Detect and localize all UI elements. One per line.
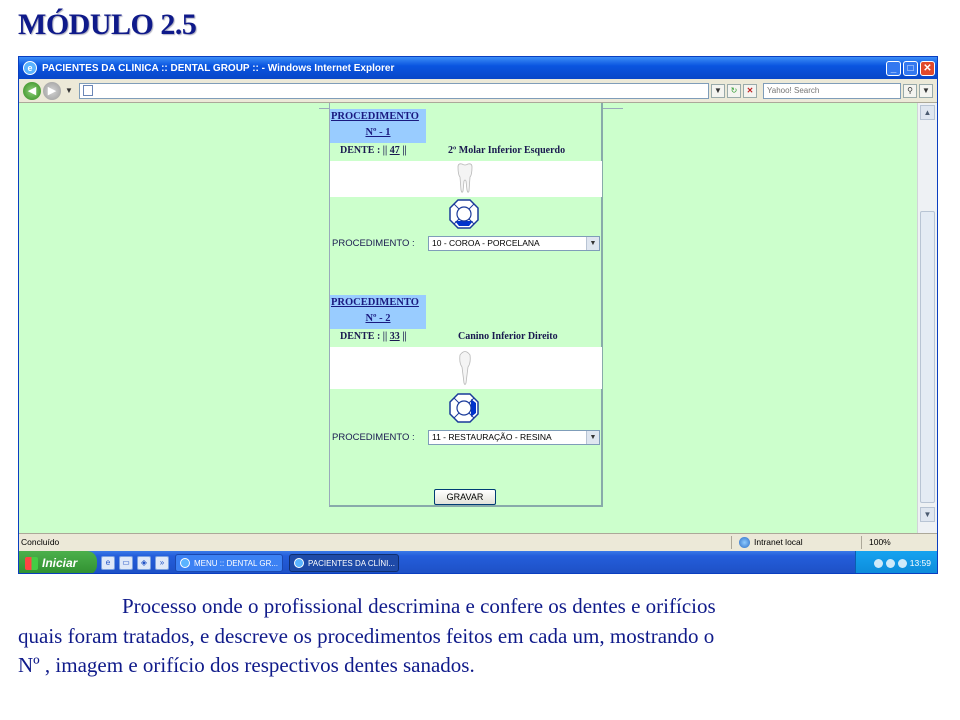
procedure-field-label: PROCEDIMENTO : bbox=[332, 238, 415, 249]
tooth-name: 2º Molar Inferior Esquerdo bbox=[448, 145, 566, 156]
scroll-down-icon[interactable]: ▼ bbox=[920, 507, 935, 522]
search-input[interactable] bbox=[763, 82, 901, 99]
procedure-field-row: PROCEDIMENTO : 10 - COROA - PORCELANA ▼ bbox=[330, 235, 602, 253]
search-options-icon[interactable]: ▼ bbox=[919, 83, 933, 98]
canine-tooth-icon bbox=[459, 351, 471, 385]
address-field[interactable] bbox=[78, 82, 709, 99]
procedures-panel: PROCEDIMENTO Nº - 1 DENTE : || 47 || 2º … bbox=[329, 103, 603, 507]
quicklaunch-app-icon[interactable]: ◈ bbox=[137, 556, 151, 570]
tooth-image-box bbox=[330, 347, 602, 389]
tooth-label: DENTE : || 47 || bbox=[340, 145, 407, 156]
start-label: Iniciar bbox=[42, 556, 78, 570]
tray-icon[interactable] bbox=[885, 558, 895, 568]
orifice-diagram-icon[interactable] bbox=[449, 199, 479, 229]
window-title: PACIENTES DA CLÍNICA :: DENTAL GROUP :: … bbox=[42, 62, 395, 74]
forward-button[interactable]: ▶ bbox=[43, 81, 61, 100]
slide-title: MÓDULO 2.5 bbox=[18, 8, 197, 41]
procedure-number: Nº - 2 bbox=[365, 313, 391, 324]
history-dropdown-icon[interactable]: ▼ bbox=[65, 86, 73, 95]
ie-icon bbox=[294, 558, 304, 568]
taskbar-item-label: MENU :: DENTAL GR... bbox=[194, 558, 279, 568]
procedure-number: Nº - 1 bbox=[365, 127, 391, 138]
stop-icon[interactable]: ✕ bbox=[743, 83, 757, 98]
caption-line: Nº , imagem e orifício dos respectivos d… bbox=[18, 653, 475, 677]
scroll-up-icon[interactable]: ▲ bbox=[920, 105, 935, 120]
globe-icon bbox=[739, 537, 750, 548]
tray-icon[interactable] bbox=[897, 558, 907, 568]
procedure-field-label: PROCEDIMENTO : bbox=[332, 432, 415, 443]
taskbar: Iniciar e ▭ ◈ » MENU :: DENTAL GR... PAC… bbox=[19, 551, 937, 573]
windows-logo-icon bbox=[25, 556, 38, 570]
procedure-header: PROCEDIMENTO Nº - 2 bbox=[330, 295, 426, 329]
tooth-image-box bbox=[330, 161, 602, 197]
save-button[interactable]: GRAVAR bbox=[434, 489, 496, 505]
zone-text: Intranet local bbox=[754, 537, 803, 547]
tooth-row: DENTE : || 47 || 2º Molar Inferior Esque… bbox=[330, 143, 602, 161]
page-content: PROCEDIMENTO Nº - 1 DENTE : || 47 || 2º … bbox=[19, 103, 917, 533]
close-button[interactable]: ✕ bbox=[920, 60, 935, 76]
quicklaunch-ie-icon[interactable]: e bbox=[101, 556, 115, 570]
status-divider bbox=[861, 536, 862, 549]
system-tray: 13:59 bbox=[855, 551, 937, 573]
minimize-button[interactable]: _ bbox=[886, 60, 901, 76]
procedure-field-row: PROCEDIMENTO : 11 - RESTAURAÇÃO - RESINA… bbox=[330, 429, 602, 447]
tooth-row: DENTE : || 33 || Canino Inferior Direito bbox=[330, 329, 602, 347]
chevron-down-icon[interactable]: ▼ bbox=[586, 431, 599, 444]
taskbar-item-active[interactable]: PACIENTES DA CLÍNI... bbox=[289, 554, 399, 572]
taskbar-item[interactable]: MENU :: DENTAL GR... bbox=[175, 554, 283, 572]
tray-icon[interactable] bbox=[873, 558, 883, 568]
address-toolbar: ◀ ▶ ▼ ▼ ↻ ✕ ⚲ ▼ bbox=[19, 79, 937, 103]
procedure-select-value: 10 - COROA - PORCELANA bbox=[432, 238, 540, 248]
quicklaunch-desktop-icon[interactable]: ▭ bbox=[119, 556, 133, 570]
status-text: Concluído bbox=[21, 537, 60, 547]
caption-line: quais foram tratados, e descreve os proc… bbox=[18, 623, 715, 648]
taskbar-item-label: PACIENTES DA CLÍNI... bbox=[308, 558, 395, 568]
caption-line: Processo onde o profissional descrimina … bbox=[122, 594, 716, 618]
ie-icon: e bbox=[23, 61, 37, 75]
vertical-scrollbar[interactable]: ▲ ▼ bbox=[917, 103, 937, 533]
search-icon[interactable]: ⚲ bbox=[903, 83, 917, 98]
procedure-select[interactable]: 10 - COROA - PORCELANA ▼ bbox=[428, 236, 600, 251]
zoom-level[interactable]: 100% bbox=[869, 537, 891, 547]
procedure-header: PROCEDIMENTO Nº - 1 bbox=[330, 109, 426, 143]
chevron-down-icon[interactable]: ▼ bbox=[586, 237, 599, 250]
slide-caption: Processo onde o profissional descrimina … bbox=[18, 592, 938, 681]
status-divider bbox=[731, 536, 732, 549]
status-bar: Concluído Intranet local 100% bbox=[19, 533, 937, 551]
ie-icon bbox=[180, 558, 190, 568]
maximize-button[interactable]: □ bbox=[903, 60, 918, 76]
refresh-icon[interactable]: ↻ bbox=[727, 83, 741, 98]
orifice-diagram-icon[interactable] bbox=[449, 393, 479, 423]
browser-window: e PACIENTES DA CLÍNICA :: DENTAL GROUP :… bbox=[18, 56, 938, 574]
quicklaunch-more-icon[interactable]: » bbox=[155, 556, 169, 570]
procedure-select[interactable]: 11 - RESTAURAÇÃO - RESINA ▼ bbox=[428, 430, 600, 445]
page-icon bbox=[82, 85, 93, 96]
tooth-label: DENTE : || 33 || bbox=[340, 331, 407, 342]
molar-tooth-icon bbox=[457, 163, 473, 193]
procedure-select-value: 11 - RESTAURAÇÃO - RESINA bbox=[432, 432, 552, 442]
procedure-heading: PROCEDIMENTO bbox=[331, 297, 419, 308]
back-button[interactable]: ◀ bbox=[23, 81, 41, 100]
clock: 13:59 bbox=[909, 558, 931, 568]
start-button[interactable]: Iniciar bbox=[19, 551, 97, 573]
procedure-heading: PROCEDIMENTO bbox=[331, 111, 419, 122]
window-titlebar: e PACIENTES DA CLÍNICA :: DENTAL GROUP :… bbox=[19, 57, 937, 79]
tooth-name: Canino Inferior Direito bbox=[458, 331, 558, 342]
scroll-thumb[interactable] bbox=[920, 211, 935, 503]
address-dropdown-icon[interactable]: ▼ bbox=[711, 83, 725, 98]
